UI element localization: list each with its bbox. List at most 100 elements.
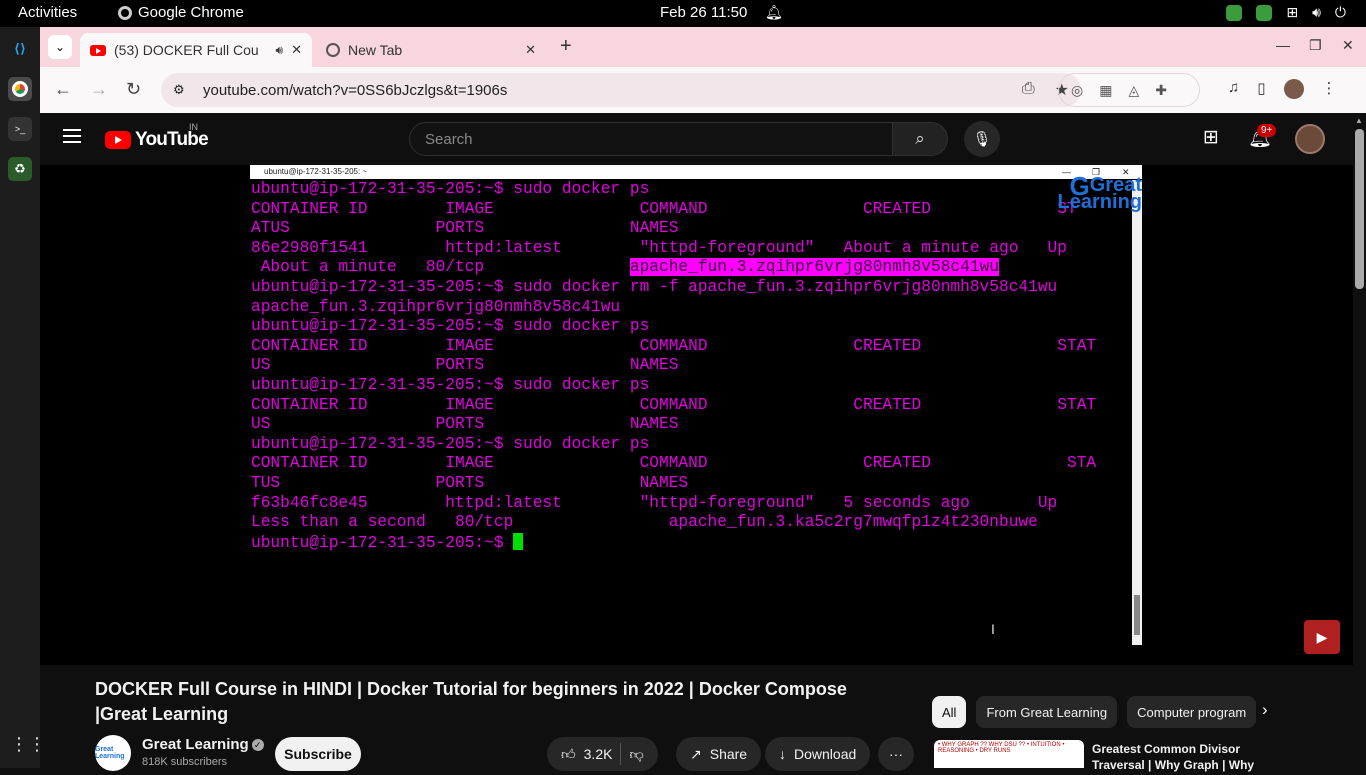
- video-player[interactable]: ubuntu@ip-172-31-35-205: ~ — ❐ ✕ ubuntu@…: [40, 165, 1366, 665]
- globe-icon: [326, 43, 340, 57]
- system-tray[interactable]: ⊞ 🔊︎ ⏻: [1226, 4, 1346, 21]
- youtube-favicon-icon: [90, 44, 106, 56]
- reload-button[interactable]: ↻: [126, 79, 141, 100]
- extension-icon: [1226, 4, 1243, 21]
- dislike-icon[interactable]: 👎︎: [629, 746, 643, 763]
- page-scrollbar[interactable]: ▲: [1353, 113, 1366, 768]
- share-icon: ↗: [690, 745, 702, 762]
- country-code: IN: [189, 122, 198, 132]
- terminal-icon[interactable]: >_: [8, 117, 32, 141]
- download-icon: ↓: [779, 746, 786, 762]
- extension-icon[interactable]: ▦: [1099, 82, 1112, 99]
- chip-computer-programming[interactable]: Computer program: [1127, 696, 1257, 728]
- close-tab-icon[interactable]: ✕: [525, 42, 536, 58]
- search-button[interactable]: ⌕: [892, 122, 948, 156]
- great-learning-watermark: GGreat Learning: [1057, 171, 1142, 213]
- new-tab-button[interactable]: +: [560, 35, 572, 58]
- terminal-scrollbar: [1132, 180, 1142, 645]
- text-cursor-icon: I: [991, 621, 995, 637]
- tab-title: New Tab: [348, 42, 403, 58]
- terminal-prompt: ubuntu@ip-172-31-35-205:~$: [251, 533, 514, 552]
- search-input[interactable]: [425, 130, 865, 148]
- terminal-scroll-thumb: [1134, 595, 1140, 635]
- chevron-right-icon[interactable]: ›: [1262, 700, 1268, 720]
- volume-icon: 🔊︎: [1312, 4, 1321, 20]
- activities-button[interactable]: Activities: [18, 4, 77, 21]
- media-control-icon[interactable]: ♫: [1228, 79, 1239, 99]
- back-button[interactable]: ←: [54, 79, 72, 100]
- audio-icon[interactable]: 🔊︎: [276, 43, 284, 58]
- subscribe-button[interactable]: Subscribe: [275, 737, 361, 771]
- voice-search-button[interactable]: 🎙︎: [964, 121, 1000, 157]
- youtube-logo[interactable]: YouTube IN: [105, 122, 209, 151]
- recommendation-title[interactable]: Greatest Common Divisor Traversal | Why …: [1092, 741, 1272, 773]
- share-label: Share: [709, 746, 748, 762]
- chrome-icon: [118, 5, 132, 20]
- like-icon[interactable]: 👍︎: [561, 746, 576, 763]
- scroll-up-icon[interactable]: ▲: [1355, 116, 1363, 125]
- install-app-icon[interactable]: ⎙: [1022, 80, 1035, 100]
- divider: [620, 743, 622, 765]
- chip-all[interactable]: All: [932, 696, 967, 728]
- menu-icon[interactable]: ⋮: [1322, 79, 1337, 99]
- address-bar[interactable]: ⚙ youtube.com/watch?v=0SS6bJczlgs&t=1906…: [161, 73, 1081, 107]
- app-menu[interactable]: Google Chrome: [118, 4, 244, 21]
- minimize-button[interactable]: —: [1276, 37, 1290, 53]
- clock[interactable]: Feb 26 11:50: [660, 4, 747, 21]
- download-button[interactable]: ↓ Download: [765, 737, 871, 771]
- terminal-line: apache_fun.3.zqihpr6vrjg80nmh8v58c41wu: [251, 297, 621, 316]
- terminal-window: ubuntu@ip-172-31-35-205: ~ — ❐ ✕ ubuntu@…: [250, 165, 1142, 645]
- account-avatar[interactable]: [1295, 124, 1325, 154]
- terminal-line: CONTAINER ID IMAGE COMMAND CREATED STA: [251, 454, 1097, 473]
- page-scroll-thumb[interactable]: [1355, 129, 1364, 289]
- tab-new-tab[interactable]: New Tab ✕: [316, 33, 546, 67]
- close-window-button[interactable]: ✕: [1342, 37, 1354, 54]
- chevron-down-icon: ⌄: [54, 40, 66, 54]
- side-panel-icon[interactable]: ▯: [1257, 79, 1265, 99]
- power-icon: ⏻: [1334, 4, 1346, 20]
- puzzle-icon[interactable]: ✚: [1155, 82, 1167, 99]
- site-info-icon[interactable]: ⚙: [173, 82, 189, 98]
- terminal-line: ubuntu@ip-172-31-35-205:~$ sudo docker p…: [251, 375, 650, 394]
- close-tab-icon[interactable]: ✕: [291, 42, 302, 58]
- recommendation-chips: All From Great Learning Computer program: [932, 696, 1257, 728]
- chip-from-great-learning[interactable]: From Great Learning: [976, 696, 1118, 728]
- restore-button[interactable]: ❐: [1309, 37, 1322, 54]
- channel-name[interactable]: Great Learning ✓: [142, 736, 264, 753]
- trash-icon[interactable]: ♻: [8, 157, 32, 181]
- hamburger-menu-icon[interactable]: [63, 129, 81, 143]
- recommendation-thumbnail[interactable]: • WHY GRAPH ?? WHY DSU ?? • INTUITION • …: [934, 740, 1084, 768]
- app-name: Google Chrome: [138, 4, 244, 21]
- more-actions-button[interactable]: ···: [878, 737, 914, 771]
- network-icon: ⊞: [1286, 4, 1299, 20]
- terminal-line: TUS PORTS NAMES: [251, 473, 689, 492]
- extension-icon[interactable]: ◎: [1071, 82, 1083, 99]
- terminal-line: ATUS PORTS NAMES: [251, 219, 679, 238]
- youtube-page: YouTube IN ⌕ 🎙︎ ⊞ 🔔︎ 9+ ubuntu@ip-172-31…: [40, 113, 1366, 772]
- extension-icon: [1256, 4, 1273, 21]
- profile-avatar[interactable]: [1283, 79, 1304, 99]
- terminal-line: Less than a second 80/tcp apache_fun.3.k…: [251, 513, 1038, 532]
- search-box[interactable]: [409, 122, 893, 156]
- terminal-line: 86e2980f1541 httpd:latest "httpd-foregro…: [251, 238, 1067, 257]
- vscode-icon[interactable]: ⟨⟩: [8, 37, 32, 61]
- extension-icon[interactable]: ◬: [1128, 82, 1139, 99]
- tab-youtube[interactable]: (53) DOCKER Full Cou 🔊︎ ✕: [80, 33, 312, 67]
- terminal-line: ubuntu@ip-172-31-35-205:~$ sudo docker p…: [251, 434, 650, 453]
- chrome-icon[interactable]: [8, 77, 32, 101]
- channel-info: Great Learning Great Learning ✓ 818K subs…: [95, 735, 595, 775]
- like-count[interactable]: 3.2K: [584, 746, 613, 762]
- system-top-bar: Activities Google Chrome Feb 26 11:50 🔔︎…: [0, 0, 1366, 27]
- browser-toolbar: ← → ↻ ⚙ youtube.com/watch?v=0SS6bJczlgs&…: [40, 67, 1366, 113]
- create-video-icon[interactable]: ⊞: [1203, 126, 1219, 149]
- channel-avatar[interactable]: Great Learning: [95, 735, 131, 771]
- share-button[interactable]: ↗ Share: [676, 737, 762, 771]
- terminal-title: ubuntu@ip-172-31-35-205: ~: [264, 167, 368, 176]
- tab-search-button[interactable]: ⌄: [48, 35, 72, 59]
- youtube-play-icon: [105, 131, 131, 149]
- forward-button[interactable]: →: [90, 79, 108, 100]
- dock: ⟨⟩ >_ ♻ ⋮⋮⋮: [0, 27, 64, 768]
- subscribe-watermark-icon[interactable]: ▶: [1304, 620, 1340, 654]
- terminal-line: ubuntu@ip-172-31-35-205:~$ sudo docker p…: [251, 180, 650, 198]
- terminal-line: US PORTS NAMES: [251, 415, 679, 434]
